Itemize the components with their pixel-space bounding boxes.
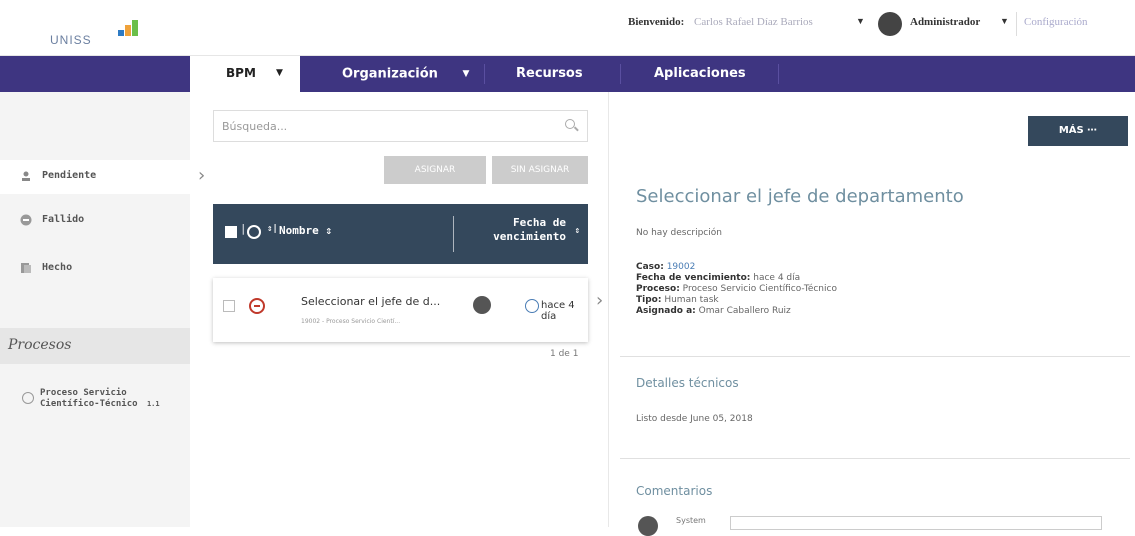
- task-subtitle: 19002 - Proceso Servicio Cientí...: [301, 318, 401, 325]
- nav-divider: [484, 64, 485, 84]
- type-value: Human task: [664, 295, 719, 305]
- sort-icon[interactable]: ⇕: [575, 226, 580, 236]
- process-version: 1.1: [146, 400, 160, 408]
- sidebar-item-hecho[interactable]: Hecho: [0, 252, 190, 286]
- logo-text: UNISS: [50, 33, 92, 47]
- ready-since: Listo desde June 05, 2018: [636, 414, 753, 424]
- tab-aplicaciones[interactable]: Aplicaciones: [654, 56, 746, 92]
- table-row[interactable]: Seleccionar el jefe de d... 19002 - Proc…: [213, 278, 588, 342]
- document-icon: [21, 263, 31, 273]
- process-field-label: Proceso:: [636, 284, 680, 294]
- search-placeholder: Búsqueda...: [222, 120, 288, 133]
- config-link[interactable]: Configuración: [1024, 16, 1088, 28]
- case-label: Caso:: [636, 262, 664, 272]
- process-field-value: Proceso Servicio Científico-Técnico: [682, 284, 837, 294]
- divider: [620, 458, 1130, 459]
- system-avatar-icon: [638, 516, 658, 536]
- tab-organizacion-label: Organización: [342, 66, 438, 82]
- tab-bpm[interactable]: BPM ▼: [190, 56, 300, 92]
- status-filter-icon[interactable]: [247, 225, 261, 239]
- assign-button[interactable]: ASIGNAR: [384, 156, 486, 184]
- tab-organizacion[interactable]: Organización ▼: [342, 56, 469, 92]
- user-name[interactable]: Carlos Rafael Díaz Barrios: [694, 16, 813, 28]
- column-divider: [453, 216, 454, 252]
- case-link[interactable]: 19002: [667, 262, 696, 272]
- header-divider: |: [240, 222, 247, 235]
- nav-divider: [620, 64, 621, 84]
- search-icon[interactable]: [565, 119, 575, 129]
- user-dropdown-icon[interactable]: ▼: [856, 16, 865, 26]
- col-header-fecha-line1: Fecha de: [513, 216, 566, 229]
- tab-recursos-label: Recursos: [516, 66, 583, 81]
- col-header-fecha[interactable]: Fecha de vencimiento: [493, 216, 566, 244]
- tab-recursos[interactable]: Recursos: [516, 56, 583, 92]
- role-label[interactable]: Administrador: [910, 16, 980, 28]
- procesos-heading: Procesos: [0, 328, 190, 364]
- sidebar-item-label: Hecho: [42, 262, 73, 273]
- sidebar-item-pendiente[interactable]: Pendiente: [0, 160, 190, 194]
- header-divider: [1016, 12, 1017, 36]
- select-all-checkbox[interactable]: [225, 226, 237, 238]
- minus-circle-icon: [20, 214, 32, 226]
- process-name: Proceso Servicio Científico-Técnico: [40, 388, 138, 409]
- sidebar: Pendiente Fallido Hecho Procesos Proceso…: [0, 92, 190, 527]
- collapse-arrow-icon[interactable]: ›: [198, 165, 205, 186]
- chevron-down-icon: ▼: [462, 69, 470, 79]
- task-due: hace 4 día: [541, 300, 575, 322]
- detail-fields: Caso: 19002 Fecha de vencimiento: hace 4…: [636, 262, 837, 317]
- circle-icon: [22, 392, 34, 404]
- pager: 1 de 1: [550, 349, 579, 359]
- user-avatar-icon[interactable]: [878, 12, 902, 36]
- detail-divider: [608, 92, 609, 527]
- more-button[interactable]: MÁS ⋯: [1028, 116, 1128, 146]
- tab-aplicaciones-label: Aplicaciones: [654, 66, 746, 81]
- comment-input[interactable]: [730, 516, 1102, 530]
- type-label: Tipo:: [636, 295, 662, 305]
- welcome-label: Bienvenido:: [628, 16, 685, 28]
- user-icon: [22, 171, 30, 181]
- minus-circle-icon: [249, 298, 265, 314]
- sidebar-item-label: Fallido: [42, 214, 85, 225]
- unassign-button[interactable]: SIN ASIGNAR: [492, 156, 588, 184]
- col-header-fecha-line2: vencimiento: [493, 230, 566, 243]
- detail-title: Seleccionar el jefe de departamento: [636, 186, 964, 207]
- sort-icon[interactable]: ⇕|: [267, 224, 278, 234]
- comments-heading: Comentarios: [636, 484, 713, 498]
- detail-description: No hay descripción: [636, 228, 722, 238]
- assigned-label: Asignado a:: [636, 306, 696, 316]
- user-avatar-icon: [473, 296, 491, 314]
- col-header-nombre[interactable]: Nombre ⇕: [279, 224, 332, 237]
- search-input[interactable]: Búsqueda...: [213, 110, 588, 142]
- top-header: UNISS Bienvenido: Carlos Rafael Díaz Bar…: [0, 0, 1135, 56]
- due-label: Fecha de vencimiento:: [636, 273, 751, 283]
- due-value: hace 4 día: [753, 273, 801, 283]
- divider: [620, 356, 1130, 357]
- nav-divider: [778, 64, 779, 84]
- process-label: Proceso Servicio Científico-Técnico 1.1: [40, 388, 160, 410]
- main-nav: BPM ▼ Organización ▼ Recursos Aplicacion…: [0, 56, 1135, 92]
- comment-user: System: [676, 516, 706, 525]
- row-checkbox[interactable]: [223, 300, 235, 312]
- tech-details-heading: Detalles técnicos: [636, 376, 739, 390]
- logo-mark-icon: [118, 20, 138, 36]
- chevron-right-icon[interactable]: ›: [596, 290, 603, 311]
- role-dropdown-icon[interactable]: ▼: [1000, 16, 1009, 26]
- tab-bpm-label: BPM: [226, 66, 256, 80]
- sidebar-item-fallido[interactable]: Fallido: [0, 204, 190, 238]
- clock-icon: [525, 299, 539, 313]
- assigned-value: Omar Caballero Ruiz: [698, 306, 791, 316]
- task-title: Seleccionar el jefe de d...: [301, 295, 441, 308]
- table-header: | ⇕| Nombre ⇕ Fecha de vencimiento ⇕: [213, 204, 588, 264]
- chevron-down-icon: ▼: [276, 68, 283, 78]
- sidebar-item-label: Pendiente: [42, 170, 97, 181]
